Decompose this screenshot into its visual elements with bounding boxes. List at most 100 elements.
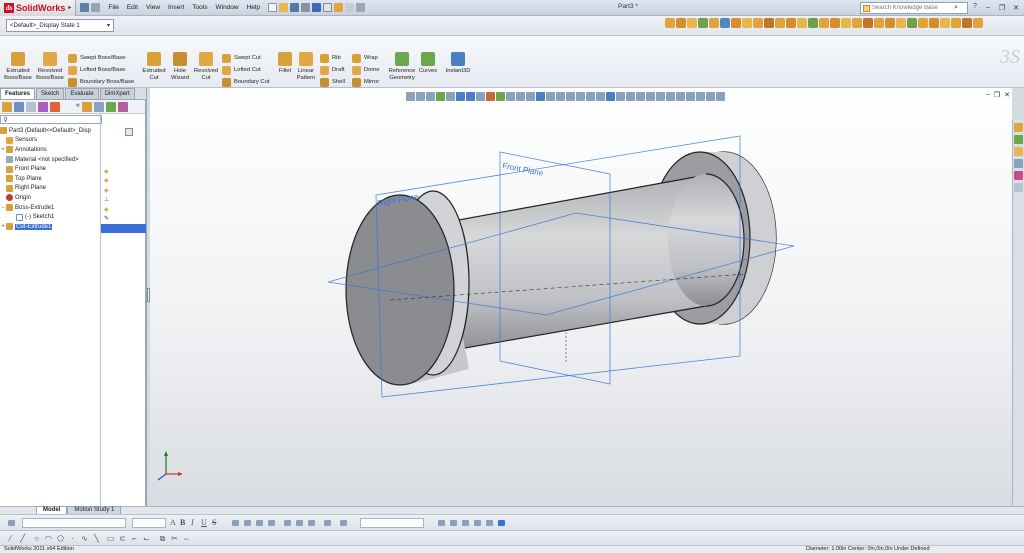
apply-scene-icon[interactable] — [496, 92, 505, 101]
view-tool-16-icon[interactable] — [830, 18, 840, 28]
view-tool-5-icon[interactable] — [709, 18, 719, 28]
solidworks-logo[interactable]: ds SolidWorks ▸ — [0, 0, 77, 16]
undo-icon[interactable] — [311, 3, 321, 12]
sketch-tool-1-icon[interactable]: ⁄ — [6, 534, 15, 543]
pin-icon[interactable] — [80, 3, 90, 12]
viewport-minimize-icon[interactable]: – — [986, 91, 990, 99]
swept-boss-button[interactable]: Swept Boss/Base — [68, 52, 125, 64]
swept-cut-button[interactable]: Swept Cut — [222, 52, 261, 64]
hud-tool-21-icon[interactable] — [606, 92, 615, 101]
view-tool-15-icon[interactable] — [819, 18, 829, 28]
configurationmanager-icon[interactable] — [26, 101, 36, 112]
sketch-arc-icon[interactable]: ◠ — [44, 534, 53, 543]
view-tool-17-icon[interactable] — [841, 18, 851, 28]
view-tool-9-icon[interactable] — [753, 18, 763, 28]
tree-item-right-plane[interactable]: Right Plane — [0, 184, 102, 194]
view-tool-8-icon[interactable] — [742, 18, 752, 28]
view-tool-24-icon[interactable] — [918, 18, 928, 28]
tree-item-front-plane[interactable]: Front Plane — [0, 164, 102, 174]
underline-icon[interactable]: U — [201, 518, 207, 527]
view-tool-21-icon[interactable] — [885, 18, 895, 28]
view-tool-28-icon[interactable] — [962, 18, 972, 28]
hud-tool-22-icon[interactable] — [616, 92, 625, 101]
panel-collapse-icon[interactable]: « — [76, 102, 80, 112]
revolved-boss-button[interactable]: Revolved Boss/Base — [36, 52, 64, 82]
hud-tool-13-icon[interactable] — [526, 92, 535, 101]
view-tool-3-icon[interactable] — [687, 18, 697, 28]
custom-properties-icon[interactable] — [1014, 183, 1023, 192]
close-icon[interactable]: ✕ — [1010, 2, 1022, 13]
new-document-icon[interactable] — [267, 3, 277, 12]
view-tool-7-icon[interactable] — [731, 18, 741, 28]
shell-button[interactable]: Shell — [320, 76, 345, 88]
hud-tool-27-icon[interactable] — [666, 92, 675, 101]
menu-tools[interactable]: Tools — [188, 4, 211, 11]
column-checkbox[interactable] — [125, 128, 133, 136]
align-right-icon[interactable] — [256, 520, 263, 526]
view-tool-12-icon[interactable] — [786, 18, 796, 28]
hud-tool-16-icon[interactable] — [556, 92, 565, 101]
wrap-button[interactable]: Wrap — [352, 52, 378, 64]
bold-icon[interactable]: B — [180, 518, 185, 527]
layer-5-icon[interactable] — [486, 520, 493, 526]
restore-icon[interactable]: ❐ — [996, 2, 1008, 13]
hud-tool-32-icon[interactable] — [716, 92, 725, 101]
tab-sketch[interactable]: Sketch — [36, 88, 65, 99]
mirror-button[interactable]: Mirror — [352, 76, 379, 88]
view-tool-2-icon[interactable] — [676, 18, 686, 28]
view-tool-10-icon[interactable] — [764, 18, 774, 28]
hud-tool-26-icon[interactable] — [656, 92, 665, 101]
hud-tool-30-icon[interactable] — [696, 92, 705, 101]
format-painter-icon[interactable] — [8, 520, 15, 526]
sketch-polygon-icon[interactable]: ⬠ — [56, 534, 65, 543]
search-go-icon[interactable]: ⌕ — [954, 4, 958, 12]
view-orientation-icon[interactable] — [456, 92, 465, 101]
hud-tool-17-icon[interactable] — [566, 92, 575, 101]
layer-6-icon[interactable] — [498, 520, 505, 526]
viewport-restore-icon[interactable]: ❐ — [994, 91, 1000, 99]
dimxpertmanager-icon[interactable] — [38, 101, 48, 112]
tab-evaluate[interactable]: Evaluate — [65, 88, 99, 99]
view-tool-23-icon[interactable] — [907, 18, 917, 28]
tree-root[interactable]: Part3 (Default<<Default>_Disp — [0, 126, 102, 136]
dome-button[interactable]: Dome — [352, 64, 379, 76]
lofted-boss-button[interactable]: Lofted Boss/Base — [68, 64, 125, 76]
color-icon[interactable] — [340, 520, 347, 526]
menu-edit[interactable]: Edit — [123, 4, 142, 11]
previous-view-icon[interactable] — [426, 92, 435, 101]
sketch-offset-icon[interactable]: ⧉ — [158, 534, 167, 543]
dynamic-annotation-icon[interactable] — [446, 92, 455, 101]
tree-item-cut-extrude1[interactable]: + Cut-Extrude1 — [0, 222, 102, 232]
panel-option-4-icon[interactable] — [117, 101, 128, 112]
tab-model[interactable]: Model — [36, 506, 68, 514]
file-properties-icon[interactable] — [344, 3, 354, 12]
layer-4-icon[interactable] — [474, 520, 481, 526]
propertymanager-icon[interactable] — [14, 101, 24, 112]
sketch-slot-icon[interactable]: ⊂ — [118, 534, 127, 543]
appearances-icon[interactable] — [1014, 171, 1023, 180]
solidworks-resources-icon[interactable] — [1014, 123, 1023, 132]
tree-item-annotations[interactable]: + Annotations — [0, 145, 102, 155]
hud-tool-18-icon[interactable] — [576, 92, 585, 101]
print-icon[interactable] — [300, 3, 310, 12]
edit-appearance-icon[interactable] — [486, 92, 495, 101]
indent-icon[interactable] — [296, 520, 303, 526]
search-knowledge-base[interactable]: ⌕ — [860, 2, 968, 14]
list-icon[interactable] — [284, 520, 291, 526]
style-select[interactable] — [360, 518, 424, 528]
panel-option-3-icon[interactable] — [105, 101, 116, 112]
boundary-boss-button[interactable]: Boundary Boss/Base — [68, 76, 134, 88]
display-style-icon[interactable] — [466, 92, 475, 101]
instant3d-button[interactable]: Instant3D — [442, 52, 474, 75]
tab-motion-study[interactable]: Motion Study 1 — [67, 506, 122, 514]
tab-features[interactable]: Features — [0, 88, 36, 99]
menu-help[interactable]: Help — [243, 4, 264, 11]
font-family-select[interactable] — [22, 518, 126, 528]
tree-item-sketch1[interactable]: (-) Sketch1 — [0, 212, 102, 222]
view-tool-11-icon[interactable] — [775, 18, 785, 28]
sketch-trim-icon[interactable]: ✂ — [170, 534, 179, 543]
displaymanager-icon[interactable] — [50, 101, 60, 112]
hud-tool-15-icon[interactable] — [546, 92, 555, 101]
view-tool-27-icon[interactable] — [951, 18, 961, 28]
view-tool-6-icon[interactable] — [720, 18, 730, 28]
